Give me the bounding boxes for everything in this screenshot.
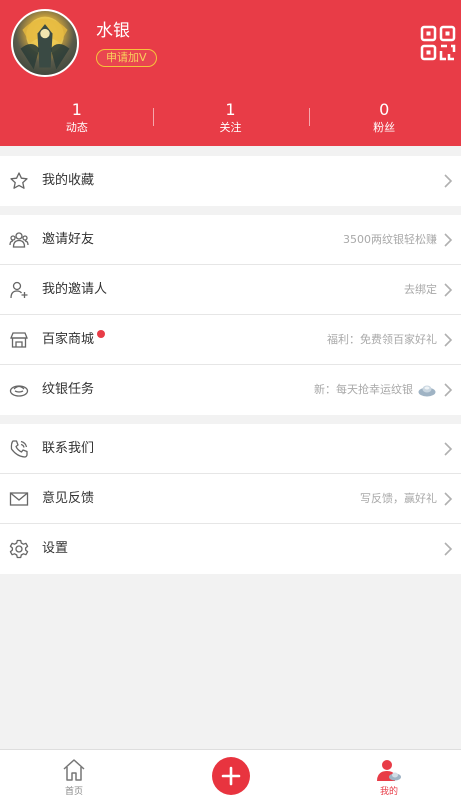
- silver-ingot-icon: [418, 382, 436, 397]
- menu-group-support: 联系我们 意见反馈 写反馈，赢好礼 设置: [0, 424, 461, 574]
- stat-divider: [309, 108, 310, 126]
- stat-posts-value: 1: [71, 100, 82, 119]
- stat-following[interactable]: 1 关注: [154, 100, 308, 140]
- menu-item-hint: 写反馈，赢好礼: [360, 492, 437, 505]
- chevron-right-icon: [443, 382, 453, 398]
- add-user-icon: [9, 280, 29, 300]
- menu-item-label: 纹银任务: [42, 382, 95, 397]
- shop-icon: [9, 330, 29, 350]
- menu-item-label-text: 百家商城: [42, 332, 95, 347]
- chevron-right-icon: [443, 441, 453, 457]
- chevron-right-icon: [443, 491, 453, 507]
- tab-home-label: 首页: [64, 787, 83, 797]
- menu-item-label: 百家商城: [42, 330, 106, 350]
- add-post-button[interactable]: [212, 757, 250, 795]
- silver-ingot-icon: [9, 380, 29, 400]
- stat-posts[interactable]: 1 动态: [0, 100, 154, 140]
- tab-home[interactable]: 首页: [34, 750, 114, 797]
- menu-item-mall[interactable]: 百家商城 福利：免费领百家好礼: [0, 315, 461, 365]
- menu-item-my-inviter[interactable]: 我的邀请人 去绑定: [0, 265, 461, 315]
- verify-badge[interactable]: 申请加V: [96, 49, 157, 67]
- stat-fans[interactable]: 0 粉丝: [307, 100, 461, 140]
- phone-icon: [9, 439, 29, 459]
- menu-item-hint: 去绑定: [404, 283, 437, 296]
- menu-item-invite-friends[interactable]: 邀请好友 3500两纹银轻松赚: [0, 215, 461, 265]
- chevron-right-icon: [443, 332, 453, 348]
- friends-icon: [9, 230, 29, 250]
- menu-item-hint: 3500两纹银轻松赚: [343, 233, 437, 246]
- plus-icon: [221, 766, 241, 786]
- stat-following-value: 1: [225, 100, 236, 119]
- menu-group-main: 邀请好友 3500两纹银轻松赚 我的邀请人 去绑定 百家商城 福利：免费领百家好…: [0, 215, 461, 415]
- stat-fans-value: 0: [379, 100, 390, 119]
- home-icon: [62, 758, 86, 782]
- menu-item-hint: 福利：免费领百家好礼: [327, 333, 437, 346]
- qr-code-icon[interactable]: [420, 25, 456, 61]
- menu-item-tasks[interactable]: 纹银任务 新：每天抢幸运纹银: [0, 365, 461, 415]
- menu-item-settings[interactable]: 设置: [0, 524, 461, 574]
- stat-divider: [153, 108, 154, 126]
- stats-bar: 1 动态 1 关注 0 粉丝: [0, 100, 461, 140]
- chevron-right-icon: [443, 173, 453, 189]
- stat-posts-label: 动态: [65, 121, 88, 134]
- menu-item-favorites[interactable]: 我的收藏: [0, 156, 461, 206]
- menu-item-label: 联系我们: [42, 441, 95, 456]
- menu-group-favorites: 我的收藏: [0, 156, 461, 206]
- stat-following-label: 关注: [219, 121, 242, 134]
- menu-item-contact[interactable]: 联系我们: [0, 424, 461, 474]
- tab-mine-label: 我的: [379, 787, 398, 797]
- chevron-right-icon: [443, 232, 453, 248]
- chevron-right-icon: [443, 282, 453, 298]
- profile-header: 水银 申请加V 1 动态 1 关注 0 粉丝: [0, 0, 461, 146]
- menu-item-label: 我的收藏: [42, 173, 95, 188]
- gear-icon: [9, 539, 29, 559]
- username: 水银: [96, 21, 130, 41]
- profile-icon: [377, 758, 401, 782]
- menu-item-label: 意见反馈: [42, 491, 95, 506]
- mail-icon: [9, 489, 29, 509]
- menu-item-feedback[interactable]: 意见反馈 写反馈，赢好礼: [0, 474, 461, 524]
- new-dot-badge: [97, 330, 106, 338]
- menu-item-label: 我的邀请人: [42, 282, 108, 297]
- menu-item-label: 邀请好友: [42, 232, 95, 247]
- menu-item-hint: 新：每天抢幸运纹银: [314, 383, 413, 396]
- chevron-right-icon: [443, 541, 453, 557]
- avatar[interactable]: [11, 9, 79, 77]
- stat-fans-label: 粉丝: [373, 121, 396, 134]
- menu-item-label: 设置: [42, 541, 69, 556]
- star-icon: [9, 171, 29, 191]
- tab-mine[interactable]: 我的: [349, 750, 429, 797]
